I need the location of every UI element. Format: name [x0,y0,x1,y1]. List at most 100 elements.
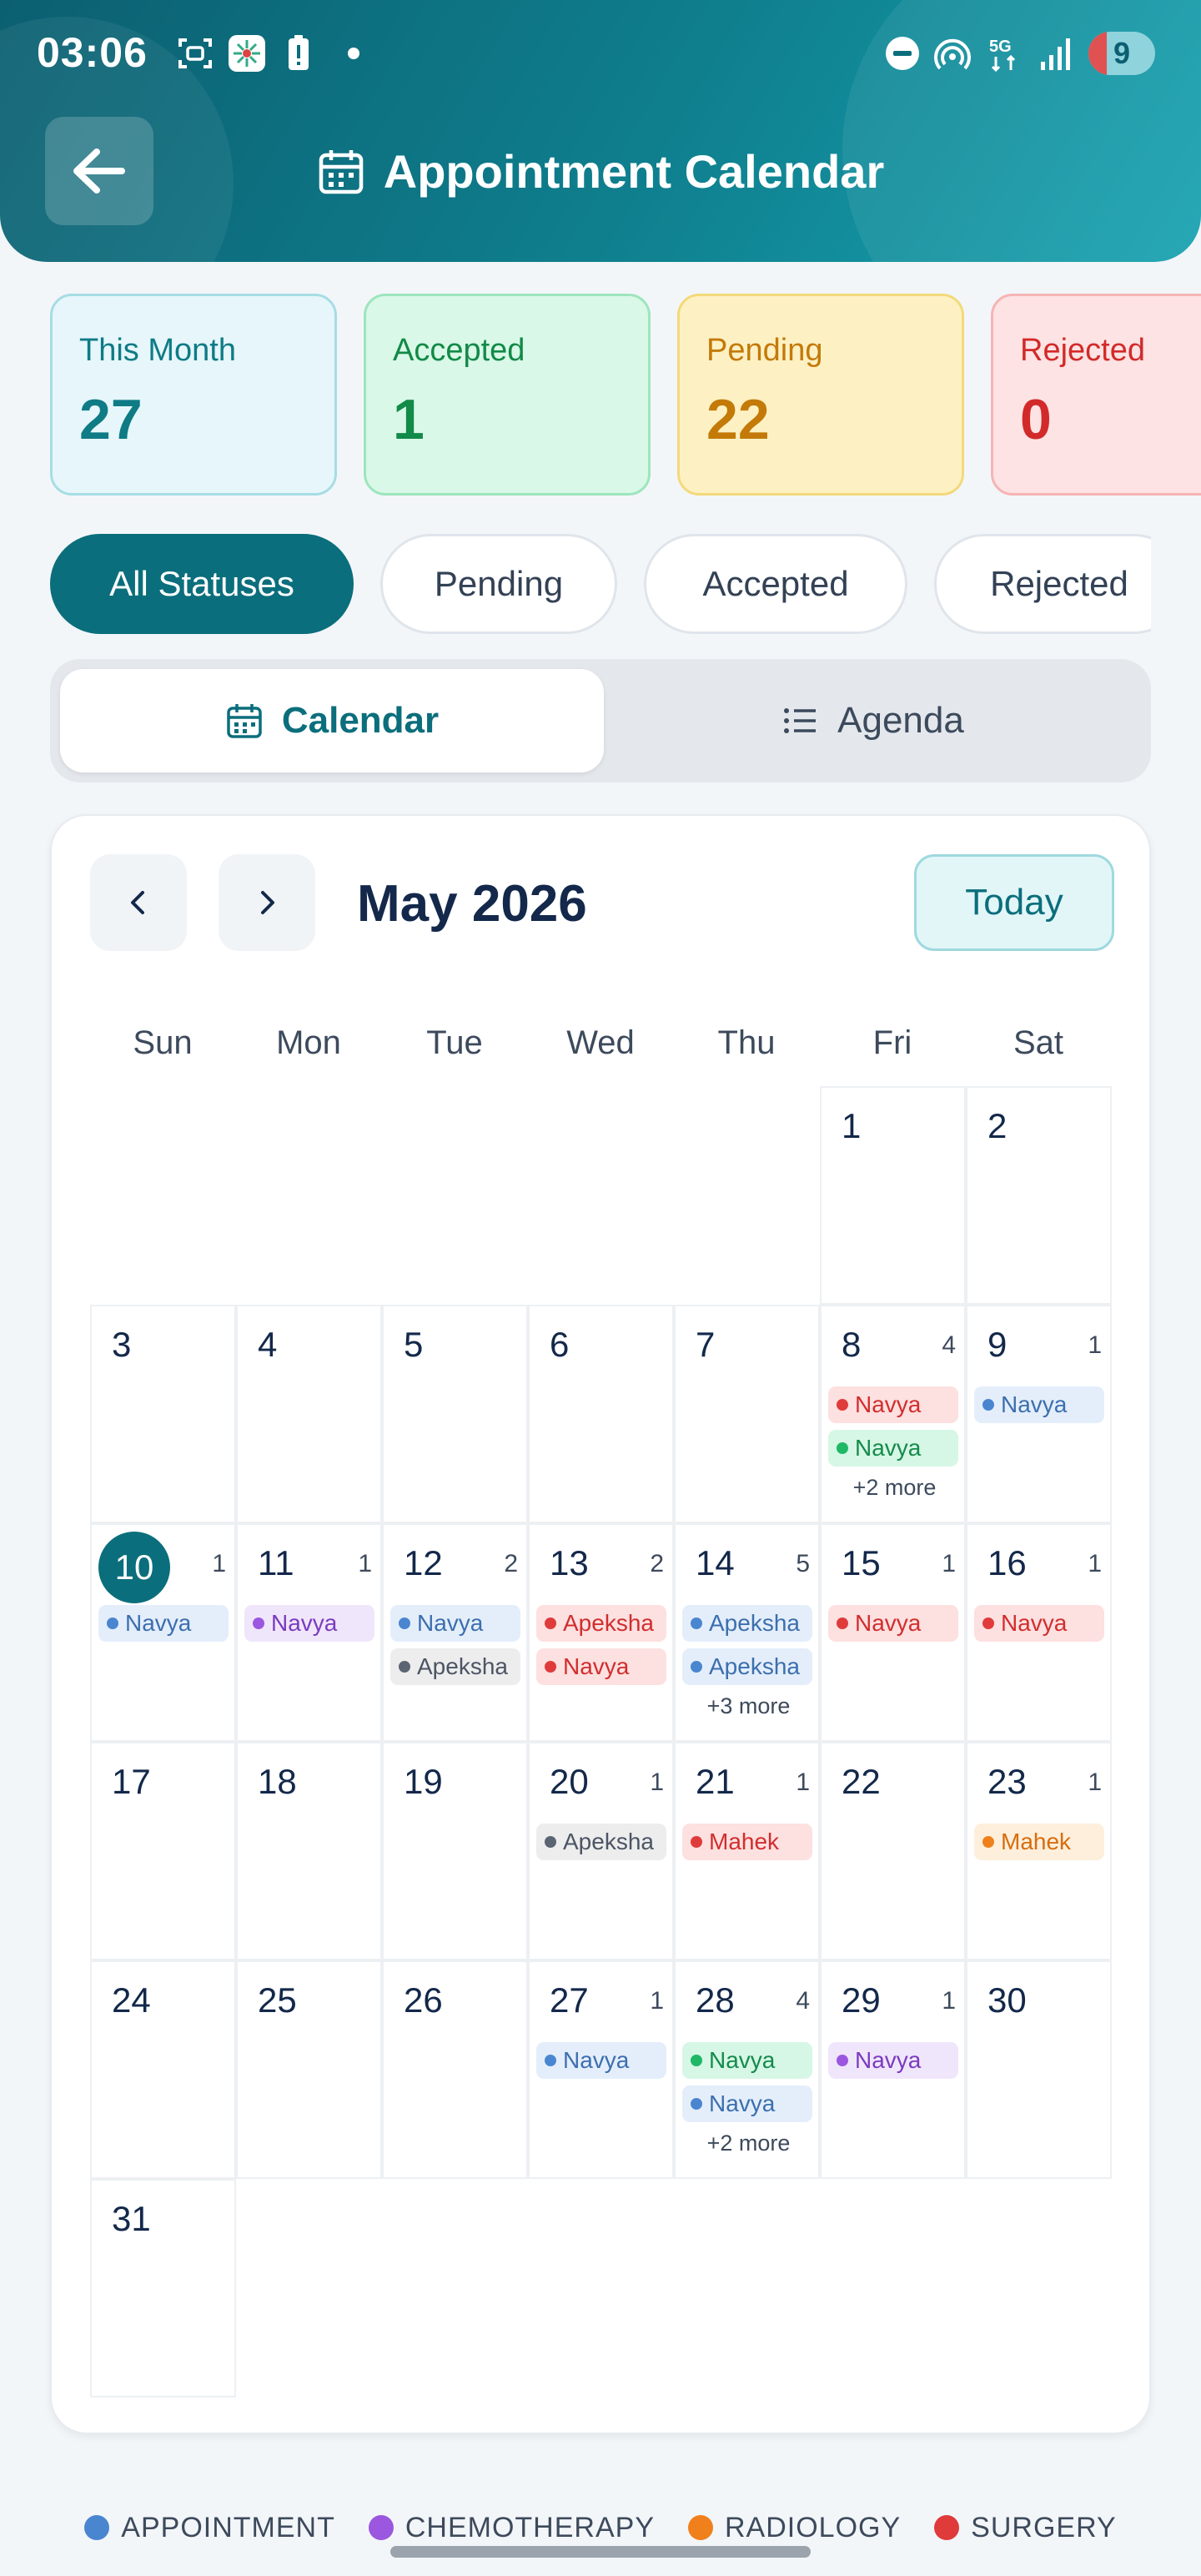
event-chip[interactable]: Navya [828,1386,958,1423]
filter-chip-rejected[interactable]: Rejected [934,534,1151,634]
event-count: 1 [358,1550,372,1577]
day-cell-16[interactable]: 16 1 Navya [966,1523,1112,1742]
day-cell-21[interactable]: 21 1 Mahek [674,1742,820,1960]
event-chip[interactable]: Navya [682,2085,812,2122]
event-chip[interactable]: Navya [682,2042,812,2079]
day-cell-14[interactable]: 14 5 Apeksha Apeksha +3 more [674,1523,820,1742]
filter-chip-pending[interactable]: Pending [380,534,617,634]
event-count: 4 [796,1987,810,2015]
more-events-link[interactable]: +2 more [676,2131,822,2156]
event-chip[interactable]: Apeksha [682,1648,812,1685]
event-chip[interactable]: Navya [828,1430,958,1467]
day-cell-31[interactable]: 31 [90,2179,236,2397]
event-dot [982,1618,994,1629]
tab-calendar[interactable]: Calendar [60,669,604,772]
page-title: Appointment Calendar [383,144,885,198]
day-cell-29[interactable]: 29 1 Navya [820,1960,966,2179]
dot-icon [348,48,359,59]
day-cell-12[interactable]: 12 2 Navya Apeksha [382,1523,528,1742]
day-number: 12 [404,1543,443,1582]
day-cell-15[interactable]: 15 1 Navya [820,1523,966,1742]
day-cell-28[interactable]: 28 4 Navya Navya +2 more [674,1960,820,2179]
day-cell-10[interactable]: 10 1 Navya [90,1523,236,1742]
event-dot [545,2055,556,2066]
stat-card-this-month[interactable]: This Month 27 [50,294,337,496]
event-chip[interactable]: Navya [536,1648,666,1685]
event-chip[interactable]: Apeksha [682,1605,812,1642]
day-cell-3[interactable]: 3 [90,1305,236,1523]
weekday-header: Sat [1013,1024,1064,1061]
event-chip[interactable]: Navya [390,1605,520,1642]
legend-dot [84,2515,110,2540]
day-cell-1[interactable]: 1 [820,1086,966,1305]
day-cell-13[interactable]: 13 2 Apeksha Navya [528,1523,674,1742]
event-chip[interactable]: Mahek [682,1824,812,1860]
day-number: 21 [696,1762,735,1801]
day-cell-5[interactable]: 5 [382,1305,528,1523]
calendar-icon [227,704,262,738]
next-month-button[interactable] [219,854,315,951]
filter-chip-accepted[interactable]: Accepted [644,534,907,634]
stat-card-pending[interactable]: Pending 22 [677,294,964,496]
event-chip[interactable]: Apeksha [536,1824,666,1860]
event-dot [691,1836,702,1848]
svg-text:5G: 5G [989,38,1012,56]
filter-chip-all-statuses[interactable]: All Statuses [50,534,354,634]
day-cell-26[interactable]: 26 [382,1960,528,2179]
event-name: Navya [855,1435,922,1461]
day-cell-9[interactable]: 9 1 Navya [966,1305,1112,1523]
more-events-link[interactable]: +2 more [822,1475,967,1501]
day-number: 26 [404,1980,443,2020]
event-chip[interactable]: Navya [828,1605,958,1642]
weekday-header: Wed [566,1024,635,1061]
event-chip[interactable]: Navya [98,1605,229,1642]
category-legend: APPOINTMENT CHEMOTHERAPY RADIOLOGY SURGE… [0,2503,1201,2553]
day-cell-4[interactable]: 4 [236,1305,382,1523]
legend-item-appointment: APPOINTMENT [84,2512,335,2544]
weekday-header: Tue [426,1024,483,1061]
event-name: Navya [1001,1391,1068,1417]
day-cell-11[interactable]: 11 1 Navya [236,1523,382,1742]
today-button[interactable]: Today [914,854,1114,951]
day-cell-23[interactable]: 23 1 Mahek [966,1742,1112,1960]
day-cell-19[interactable]: 19 [382,1742,528,1960]
day-cell-7[interactable]: 7 [674,1305,820,1523]
day-cell-8[interactable]: 8 4 Navya Navya +2 more [820,1305,966,1523]
event-chip[interactable]: Navya [536,2042,666,2079]
event-name: Navya [855,1610,922,1636]
event-dot [399,1618,410,1629]
day-number: 18 [258,1762,297,1801]
day-cell-17[interactable]: 17 [90,1742,236,1960]
day-cell-6[interactable]: 6 [528,1305,674,1523]
event-chip[interactable]: Apeksha [390,1648,520,1685]
day-number: 2 [987,1106,1008,1145]
home-indicator[interactable] [390,2546,811,2558]
day-cell-18[interactable]: 18 [236,1742,382,1960]
day-cell-20[interactable]: 20 1 Apeksha [528,1742,674,1960]
day-cell-27[interactable]: 27 1 Navya [528,1960,674,2179]
day-number: 14 [696,1543,735,1582]
day-number: 4 [258,1325,278,1364]
weekday-header: Fri [872,1024,912,1061]
more-events-link[interactable]: +3 more [676,1693,822,1719]
day-cell-25[interactable]: 25 [236,1960,382,2179]
tab-agenda[interactable]: Agenda [604,669,1141,772]
event-chip[interactable]: Apeksha [536,1605,666,1642]
stat-card-rejected[interactable]: Rejected 0 [991,294,1201,496]
app-header: 03:06 5G 9 Appointment Calendar [0,0,1201,262]
event-chip[interactable]: Navya [244,1605,374,1642]
day-cell-22[interactable]: 22 [820,1742,966,1960]
stat-card-accepted[interactable]: Accepted 1 [364,294,651,496]
day-cell-30[interactable]: 30 [966,1960,1112,2179]
event-chip[interactable]: Mahek [974,1824,1104,1860]
stat-value: 1 [393,388,425,451]
event-chip[interactable]: Navya [974,1605,1104,1642]
prev-month-button[interactable] [90,854,187,951]
day-number: 23 [987,1762,1027,1801]
day-cell-2[interactable]: 2 [966,1086,1112,1305]
event-count: 1 [212,1550,226,1577]
event-chip[interactable]: Navya [828,2042,958,2079]
legend-dot [368,2515,394,2540]
event-chip[interactable]: Navya [974,1386,1104,1423]
day-cell-24[interactable]: 24 [90,1960,236,2179]
